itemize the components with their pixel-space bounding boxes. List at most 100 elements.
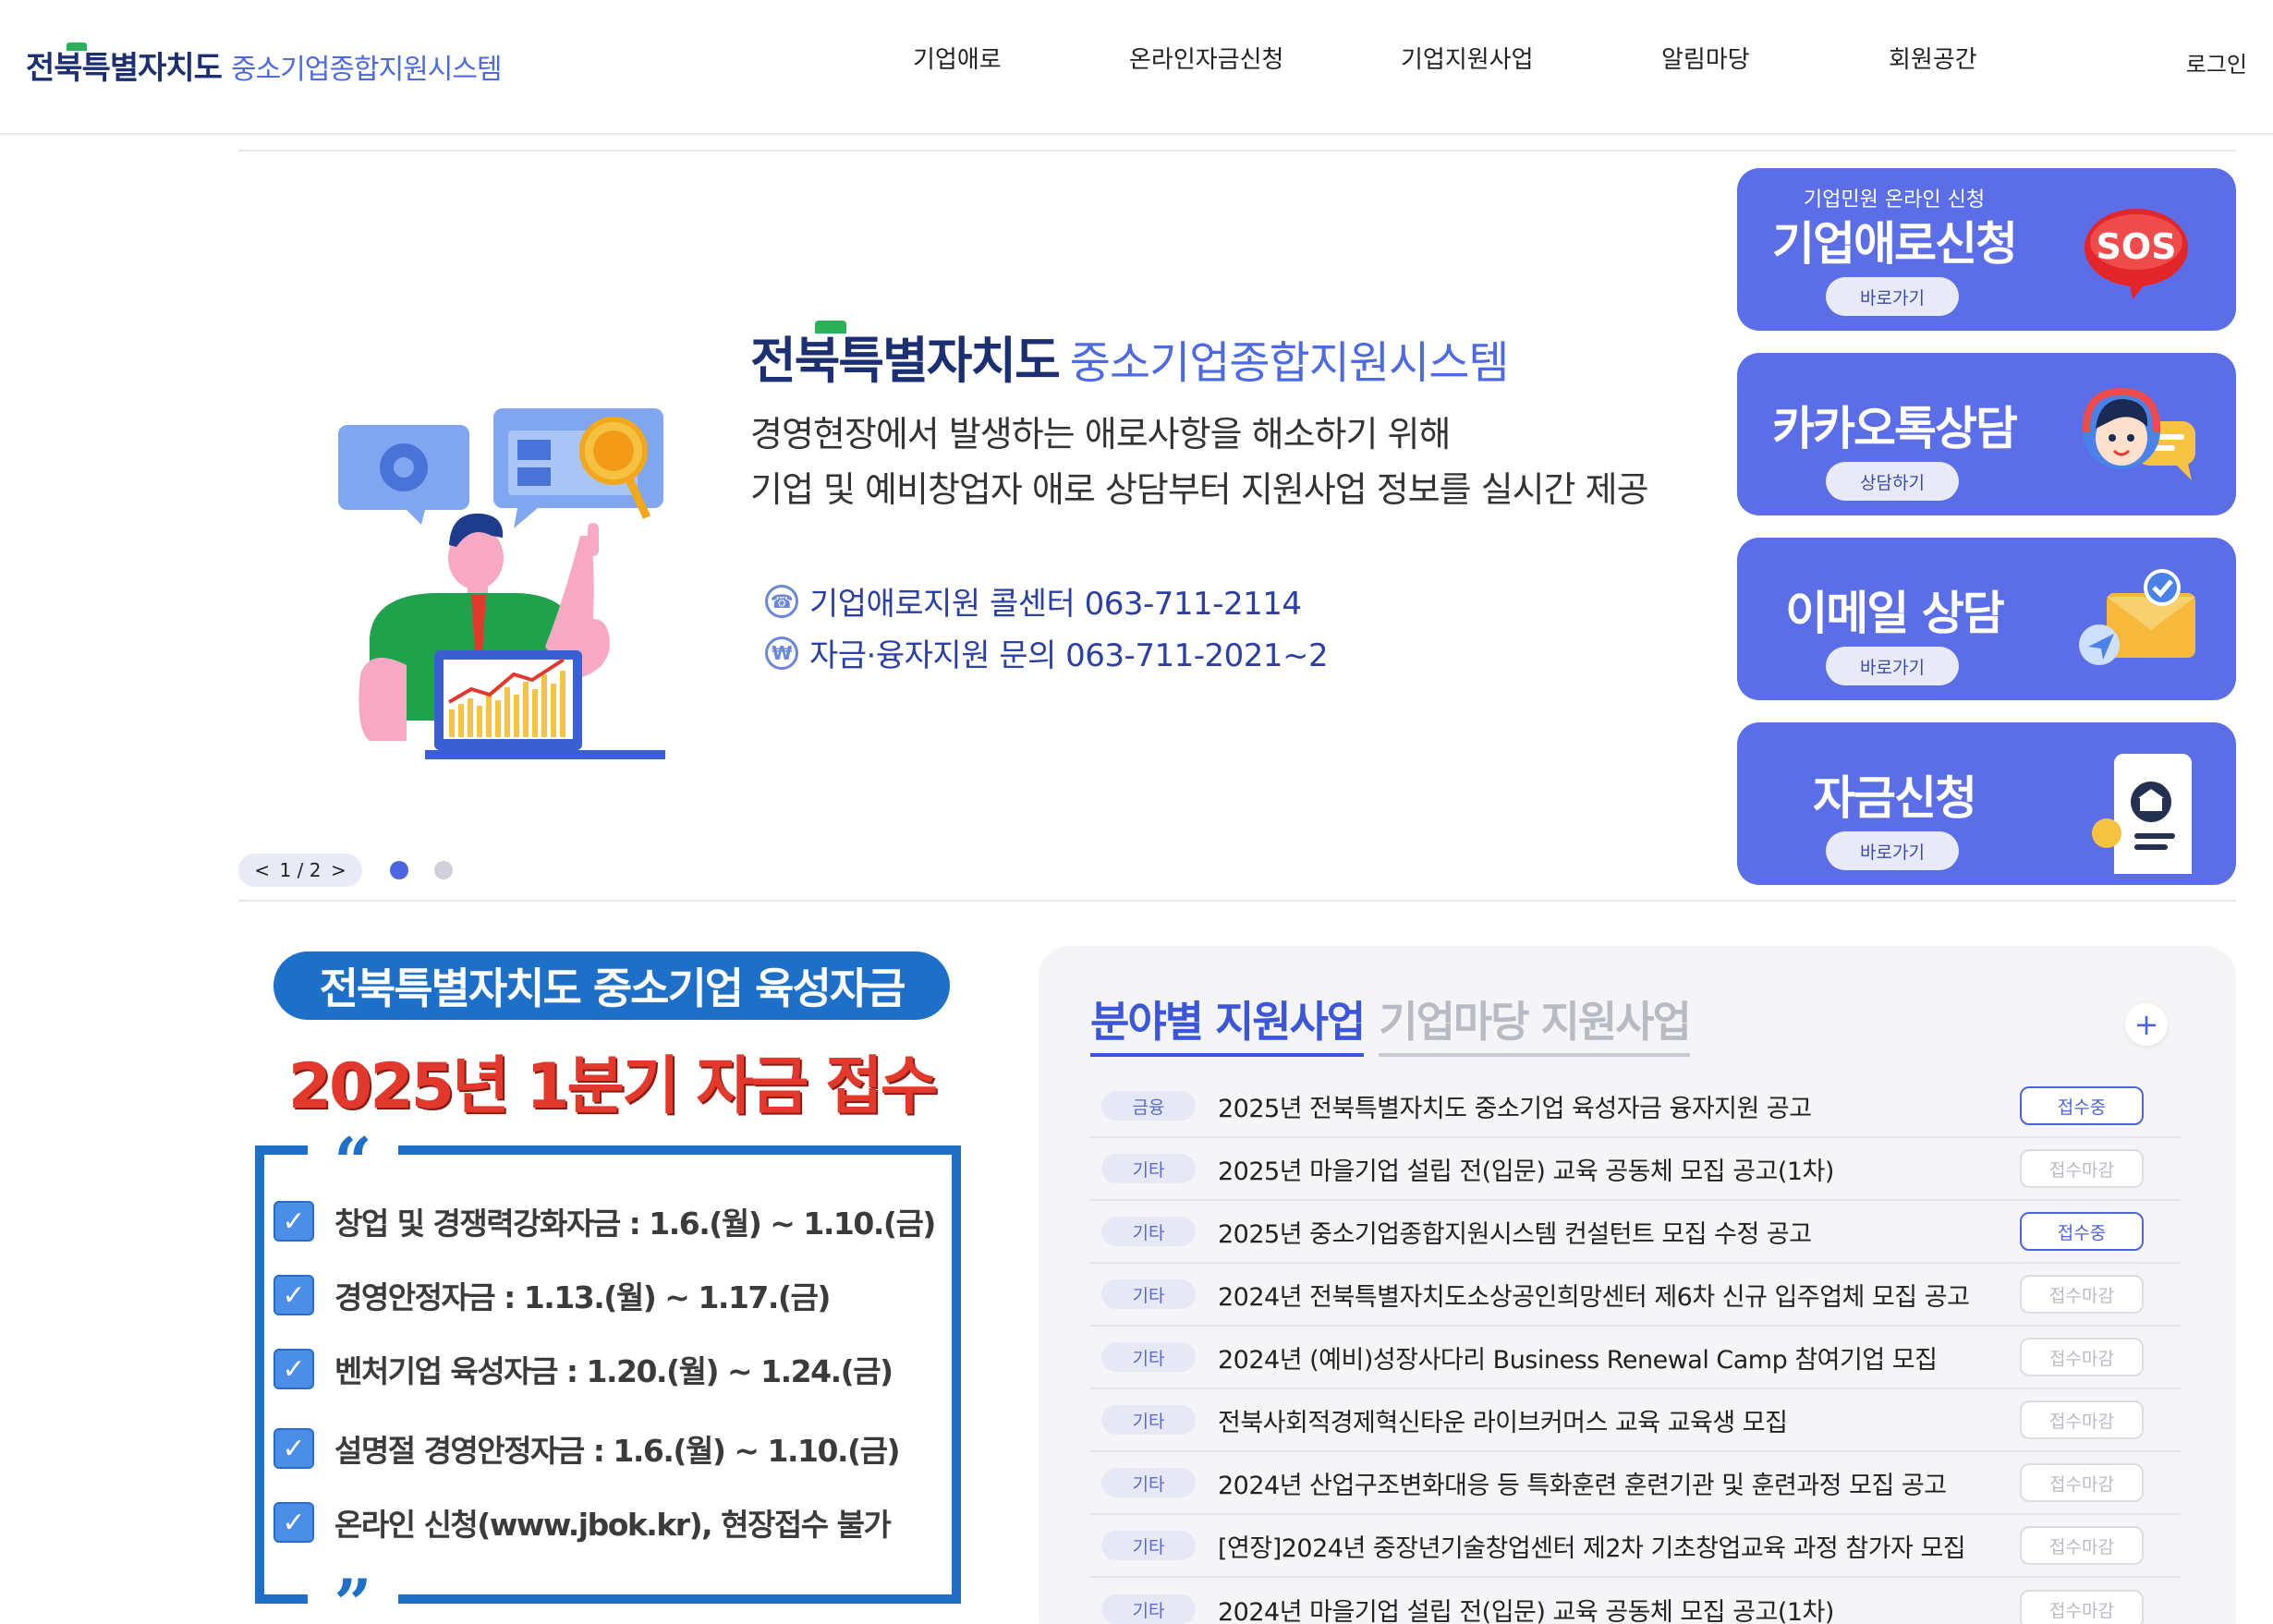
hero-title-region: 전북특별자치도	[750, 320, 1061, 393]
mail-envelope-icon	[2079, 569, 2195, 665]
list-item[interactable]: 금융 2025년 전북특별자치도 중소기업 육성자금 융자지원 공고 접수중	[1090, 1075, 2181, 1138]
status-badge: 접수마감	[2020, 1590, 2144, 1624]
hero-divider-top	[238, 150, 2236, 151]
status-badge: 접수마감	[2020, 1400, 2144, 1439]
hero-title-char: 전	[750, 332, 796, 390]
category-badge: 기타	[1101, 1342, 1196, 1372]
promo-title: 2025년 1분기 자금 접수	[287, 1050, 939, 1123]
promo-fund-pill: 전북특별자치도 중소기업 육성자금	[273, 951, 950, 1020]
category-badge: 기타	[1101, 1531, 1196, 1560]
login-link[interactable]: 로그인	[2186, 46, 2247, 79]
promo-row: ✓ 설명절 경영안정자금 : 1.6.(월) ~ 1.10.(금)	[273, 1428, 901, 1469]
sos-bubble-icon: SOS	[2085, 209, 2188, 299]
svg-text:SOS: SOS	[2096, 226, 2176, 267]
card-go-button[interactable]: 바로가기	[1826, 647, 1959, 685]
logo-char-accent: 북	[54, 50, 82, 87]
card-go-button[interactable]: 바로가기	[1826, 277, 1959, 316]
list-item-title[interactable]: 2024년 산업구조변화대응 등 특화훈련 훈련기관 및 훈련과정 모집 공고	[1218, 1465, 2031, 1501]
contact-callcenter: ☎ 기업애로지원 콜센터 063-711-2114	[765, 578, 1302, 624]
list-item[interactable]: 기타 2024년 전북특별자치도소상공인희망센터 제6차 신규 입주업체 모집 …	[1090, 1264, 2181, 1327]
hero-title-region-suffix: 특별자치도	[838, 332, 1060, 390]
promo-row-text: 온라인 신청(www.jbok.kr), 현장접수 불가	[334, 1507, 892, 1543]
phone-icon: ☎	[765, 584, 798, 618]
hero-description: 경영현장에서 발생하는 애로사항을 해소하기 위해 기업 및 예비창업자 애로 …	[750, 406, 1702, 517]
list-item-title[interactable]: 2025년 중소기업종합지원시스템 컨설턴트 모집 수정 공고	[1218, 1214, 2031, 1250]
card-difficulty-request[interactable]: 기업민원 온라인 신청 기업애로신청 바로가기 SOS	[1737, 168, 2236, 331]
promo-row: ✓ 창업 및 경쟁력강화자금 : 1.6.(월) ~ 1.10.(금)	[273, 1201, 936, 1242]
list-item[interactable]: 기타 2024년 산업구조변화대응 등 특화훈련 훈련기관 및 훈련과정 모집 …	[1090, 1452, 2181, 1515]
checkbox-checked-icon: ✓	[273, 1275, 314, 1315]
nav-item-members[interactable]: 회원공간	[1889, 41, 1977, 81]
nav-item-online-fund[interactable]: 온라인자금신청	[1129, 41, 1283, 81]
slide-prev-button[interactable]: <	[254, 859, 270, 881]
promo-row: ✓ 벤처기업 육성자금 : 1.20.(월) ~ 1.24.(금)	[273, 1349, 893, 1389]
hero-description-line: 기업 및 예비창업자 애로 상담부터 지원사업 정보를 실시간 제공	[750, 469, 1649, 510]
nav-item-notices[interactable]: 알림마당	[1661, 41, 1750, 81]
category-badge: 금융	[1101, 1091, 1196, 1121]
hero-title: 전북특별자치도 중소기업종합지원시스템	[750, 320, 1702, 390]
category-badge: 기타	[1101, 1279, 1196, 1309]
card-email-consult[interactable]: 이메일 상담 바로가기	[1737, 538, 2236, 700]
status-badge: 접수마감	[2020, 1463, 2144, 1502]
category-badge: 기타	[1101, 1594, 1196, 1624]
logo-system-name: 중소기업종합지원시스템	[230, 54, 503, 86]
slide-pager: < 1 / 2 >	[238, 854, 362, 887]
list-item[interactable]: 기타 2024년 마을기업 설립 전(입문) 교육 공동체 모집 공고(1차) …	[1090, 1578, 2181, 1624]
list-item-title[interactable]: [연장]2024년 중장년기술창업센터 제2차 기초창업교육 과정 참가자 모집	[1218, 1528, 2031, 1564]
contact-fund-text: 자금·융자지원 문의 063-711-2021~2	[809, 637, 1329, 674]
card-fund-application[interactable]: 자금신청 바로가기	[1737, 722, 2236, 885]
hero-text-block: 전북특별자치도 중소기업종합지원시스템 경영현장에서 발생하는 애로사항을 해소…	[750, 320, 1702, 517]
card-consult-button[interactable]: 상담하기	[1826, 462, 1959, 501]
site-header: 전북특별자치도 중소기업종합지원시스템 기업애로 온라인자금신청 기업지원사업 …	[0, 0, 2273, 135]
slide-dot-2[interactable]	[434, 861, 453, 879]
slide-next-button[interactable]: >	[331, 859, 346, 881]
slide-dot-1[interactable]	[390, 861, 408, 879]
list-item-title[interactable]: 2024년 마을기업 설립 전(입문) 교육 공동체 모집 공고(1차)	[1218, 1592, 2031, 1624]
won-icon: ₩	[765, 636, 798, 670]
list-item[interactable]: 기타 2025년 중소기업종합지원시스템 컨설턴트 모집 수정 공고 접수중	[1090, 1201, 2181, 1264]
checkbox-checked-icon: ✓	[273, 1349, 314, 1389]
consultant-illustration	[338, 408, 665, 759]
status-badge: 접수중	[2020, 1086, 2144, 1125]
status-badge: 접수마감	[2020, 1338, 2144, 1376]
list-item-title[interactable]: 2025년 마을기업 설립 전(입문) 교육 공동체 모집 공고(1차)	[1218, 1151, 2031, 1187]
status-badge: 접수마감	[2020, 1275, 2144, 1314]
hero-description-line: 경영현장에서 발생하는 애로사항을 해소하기 위해	[750, 414, 1451, 454]
list-item-title[interactable]: 2024년 (예비)성장사다리 Business Renewal Camp 참여…	[1218, 1339, 2031, 1376]
list-item[interactable]: 기타 [연장]2024년 중장년기술창업센터 제2차 기초창업교육 과정 참가자…	[1090, 1515, 2181, 1578]
checkbox-checked-icon: ✓	[273, 1502, 314, 1543]
card-kakao-consult[interactable]: 카카오톡상담 상담하기	[1737, 353, 2236, 515]
card-go-button[interactable]: 바로가기	[1826, 831, 1959, 870]
status-badge: 접수중	[2020, 1212, 2144, 1251]
list-item[interactable]: 기타 2024년 (예비)성장사다리 Business Renewal Camp…	[1090, 1327, 2181, 1389]
support-tabs: 분야별 지원사업 기업마당 지원사업	[1090, 988, 1692, 1057]
list-item-title[interactable]: 2025년 전북특별자치도 중소기업 육성자금 융자지원 공고	[1218, 1088, 2031, 1124]
contact-fund-inquiry: ₩ 자금·융자지원 문의 063-711-2021~2	[765, 630, 1329, 675]
site-logo[interactable]: 전북특별자치도 중소기업종합지원시스템	[26, 42, 503, 92]
logo-region-suffix: 특별자치도	[81, 50, 223, 87]
hero-title-char-accent: 북	[794, 332, 841, 390]
promo-row-text: 벤처기업 육성자금 : 1.20.(월) ~ 1.24.(금)	[334, 1353, 893, 1389]
promo-row: ✓ 온라인 신청(www.jbok.kr), 현장접수 불가	[273, 1502, 892, 1543]
slide-counter: 1 / 2	[279, 859, 322, 881]
nav-item-corporate-difficulty[interactable]: 기업애로	[913, 41, 1002, 81]
list-item[interactable]: 기타 2025년 마을기업 설립 전(입문) 교육 공동체 모집 공고(1차) …	[1090, 1138, 2181, 1201]
hero-divider-bottom	[238, 900, 2236, 902]
card-title: 기업애로신청	[1772, 217, 2018, 271]
promo-row-text: 경영안정자금 : 1.13.(월) ~ 1.17.(금)	[334, 1279, 831, 1315]
nav-item-support-programs[interactable]: 기업지원사업	[1401, 41, 1534, 81]
tab-field-support[interactable]: 분야별 지원사업	[1090, 988, 1366, 1057]
document-bank-icon	[2092, 754, 2192, 874]
list-item-title[interactable]: 2024년 전북특별자치도소상공인희망센터 제6차 신규 입주업체 모집 공고	[1218, 1277, 2031, 1313]
tab-bizinfo-support[interactable]: 기업마당 지원사업	[1379, 988, 1692, 1057]
more-plus-button[interactable]: +	[2125, 1003, 2168, 1046]
promo-row-text: 창업 및 경쟁력강화자금 : 1.6.(월) ~ 1.10.(금)	[334, 1206, 936, 1242]
contact-callcenter-text: 기업애로지원 콜센터 063-711-2114	[809, 586, 1302, 623]
promo-row-text: 설명절 경영안정자금 : 1.6.(월) ~ 1.10.(금)	[334, 1433, 901, 1469]
list-item-title[interactable]: 전북사회적경제혁신타운 라이브커머스 교육 교육생 모집	[1218, 1402, 2031, 1438]
logo-region-name: 전북특별자치도	[26, 42, 223, 88]
checkbox-checked-icon: ✓	[273, 1201, 314, 1242]
status-badge: 접수마감	[2020, 1149, 2144, 1188]
list-item[interactable]: 기타 전북사회적경제혁신타운 라이브커머스 교육 교육생 모집 접수마감	[1090, 1389, 2181, 1452]
quote-close-icon: ”	[308, 1570, 398, 1624]
